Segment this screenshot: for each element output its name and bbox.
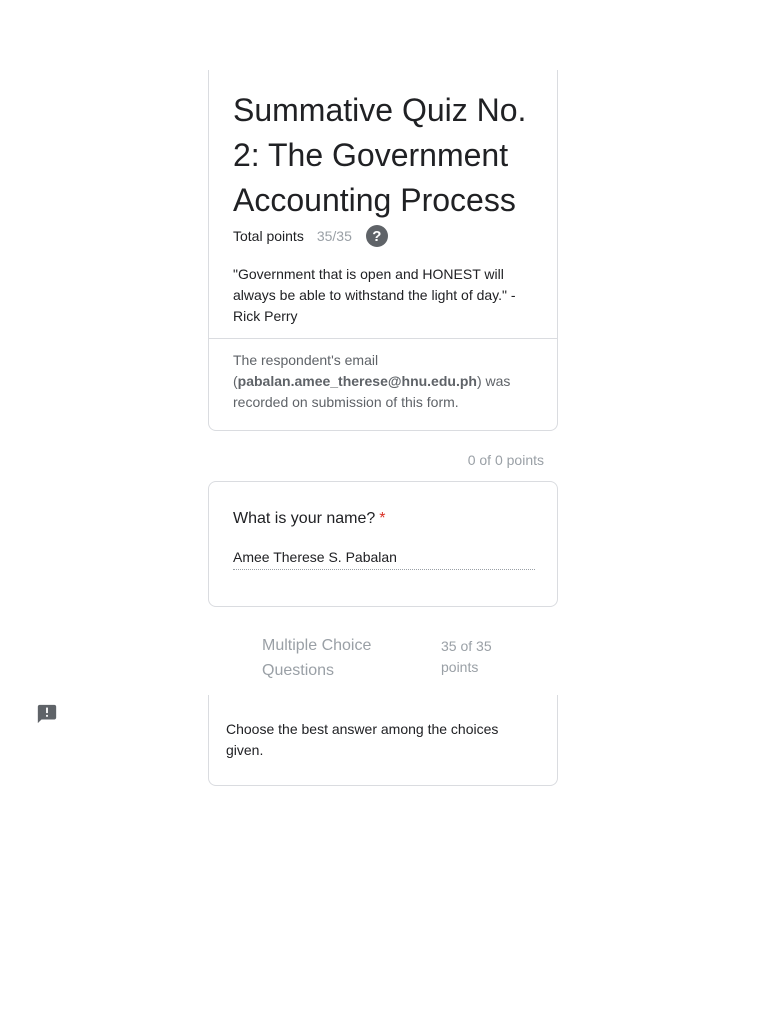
- answer-value: Amee Therese S. Pabalan: [233, 549, 535, 570]
- question-text: What is your name?: [233, 510, 376, 527]
- section-description: Choose the best answer among the choices…: [226, 721, 499, 758]
- report-feedback-icon[interactable]: [36, 703, 58, 725]
- question-card: What is your name? * Amee Therese S. Paba…: [208, 481, 558, 607]
- total-points-row: Total points 35/35 ?: [233, 224, 388, 248]
- form-title: Summative Quiz No. 2: The Government Acc…: [233, 92, 527, 218]
- section-title: Multiple Choice Questions: [262, 637, 372, 679]
- total-points-label: Total points: [233, 228, 304, 244]
- required-asterisk: *: [379, 510, 386, 527]
- report-feedback-icon-svg: [37, 704, 57, 724]
- email-recorded-notice: The respondent's email (pabalan.amee_the…: [233, 350, 533, 413]
- respondent-email: pabalan.amee_therese@hnu.edu.ph: [237, 373, 477, 389]
- header-divider: [209, 338, 557, 339]
- quiz-results-page: Summative Quiz No. 2: The Government Acc…: [0, 0, 768, 1024]
- section-points: 0 of 0 points: [467, 452, 544, 468]
- question-title: What is your name? *: [233, 510, 386, 528]
- help-icon[interactable]: ?: [365, 225, 388, 247]
- form-description: "Government that is open and HONEST will…: [233, 266, 516, 324]
- section-description-card: Choose the best answer among the choices…: [208, 695, 558, 786]
- form-header-card: Summative Quiz No. 2: The Government Acc…: [208, 70, 558, 431]
- section-score: 35 of 35 points: [441, 638, 492, 675]
- total-points-score: 35/35: [316, 228, 352, 244]
